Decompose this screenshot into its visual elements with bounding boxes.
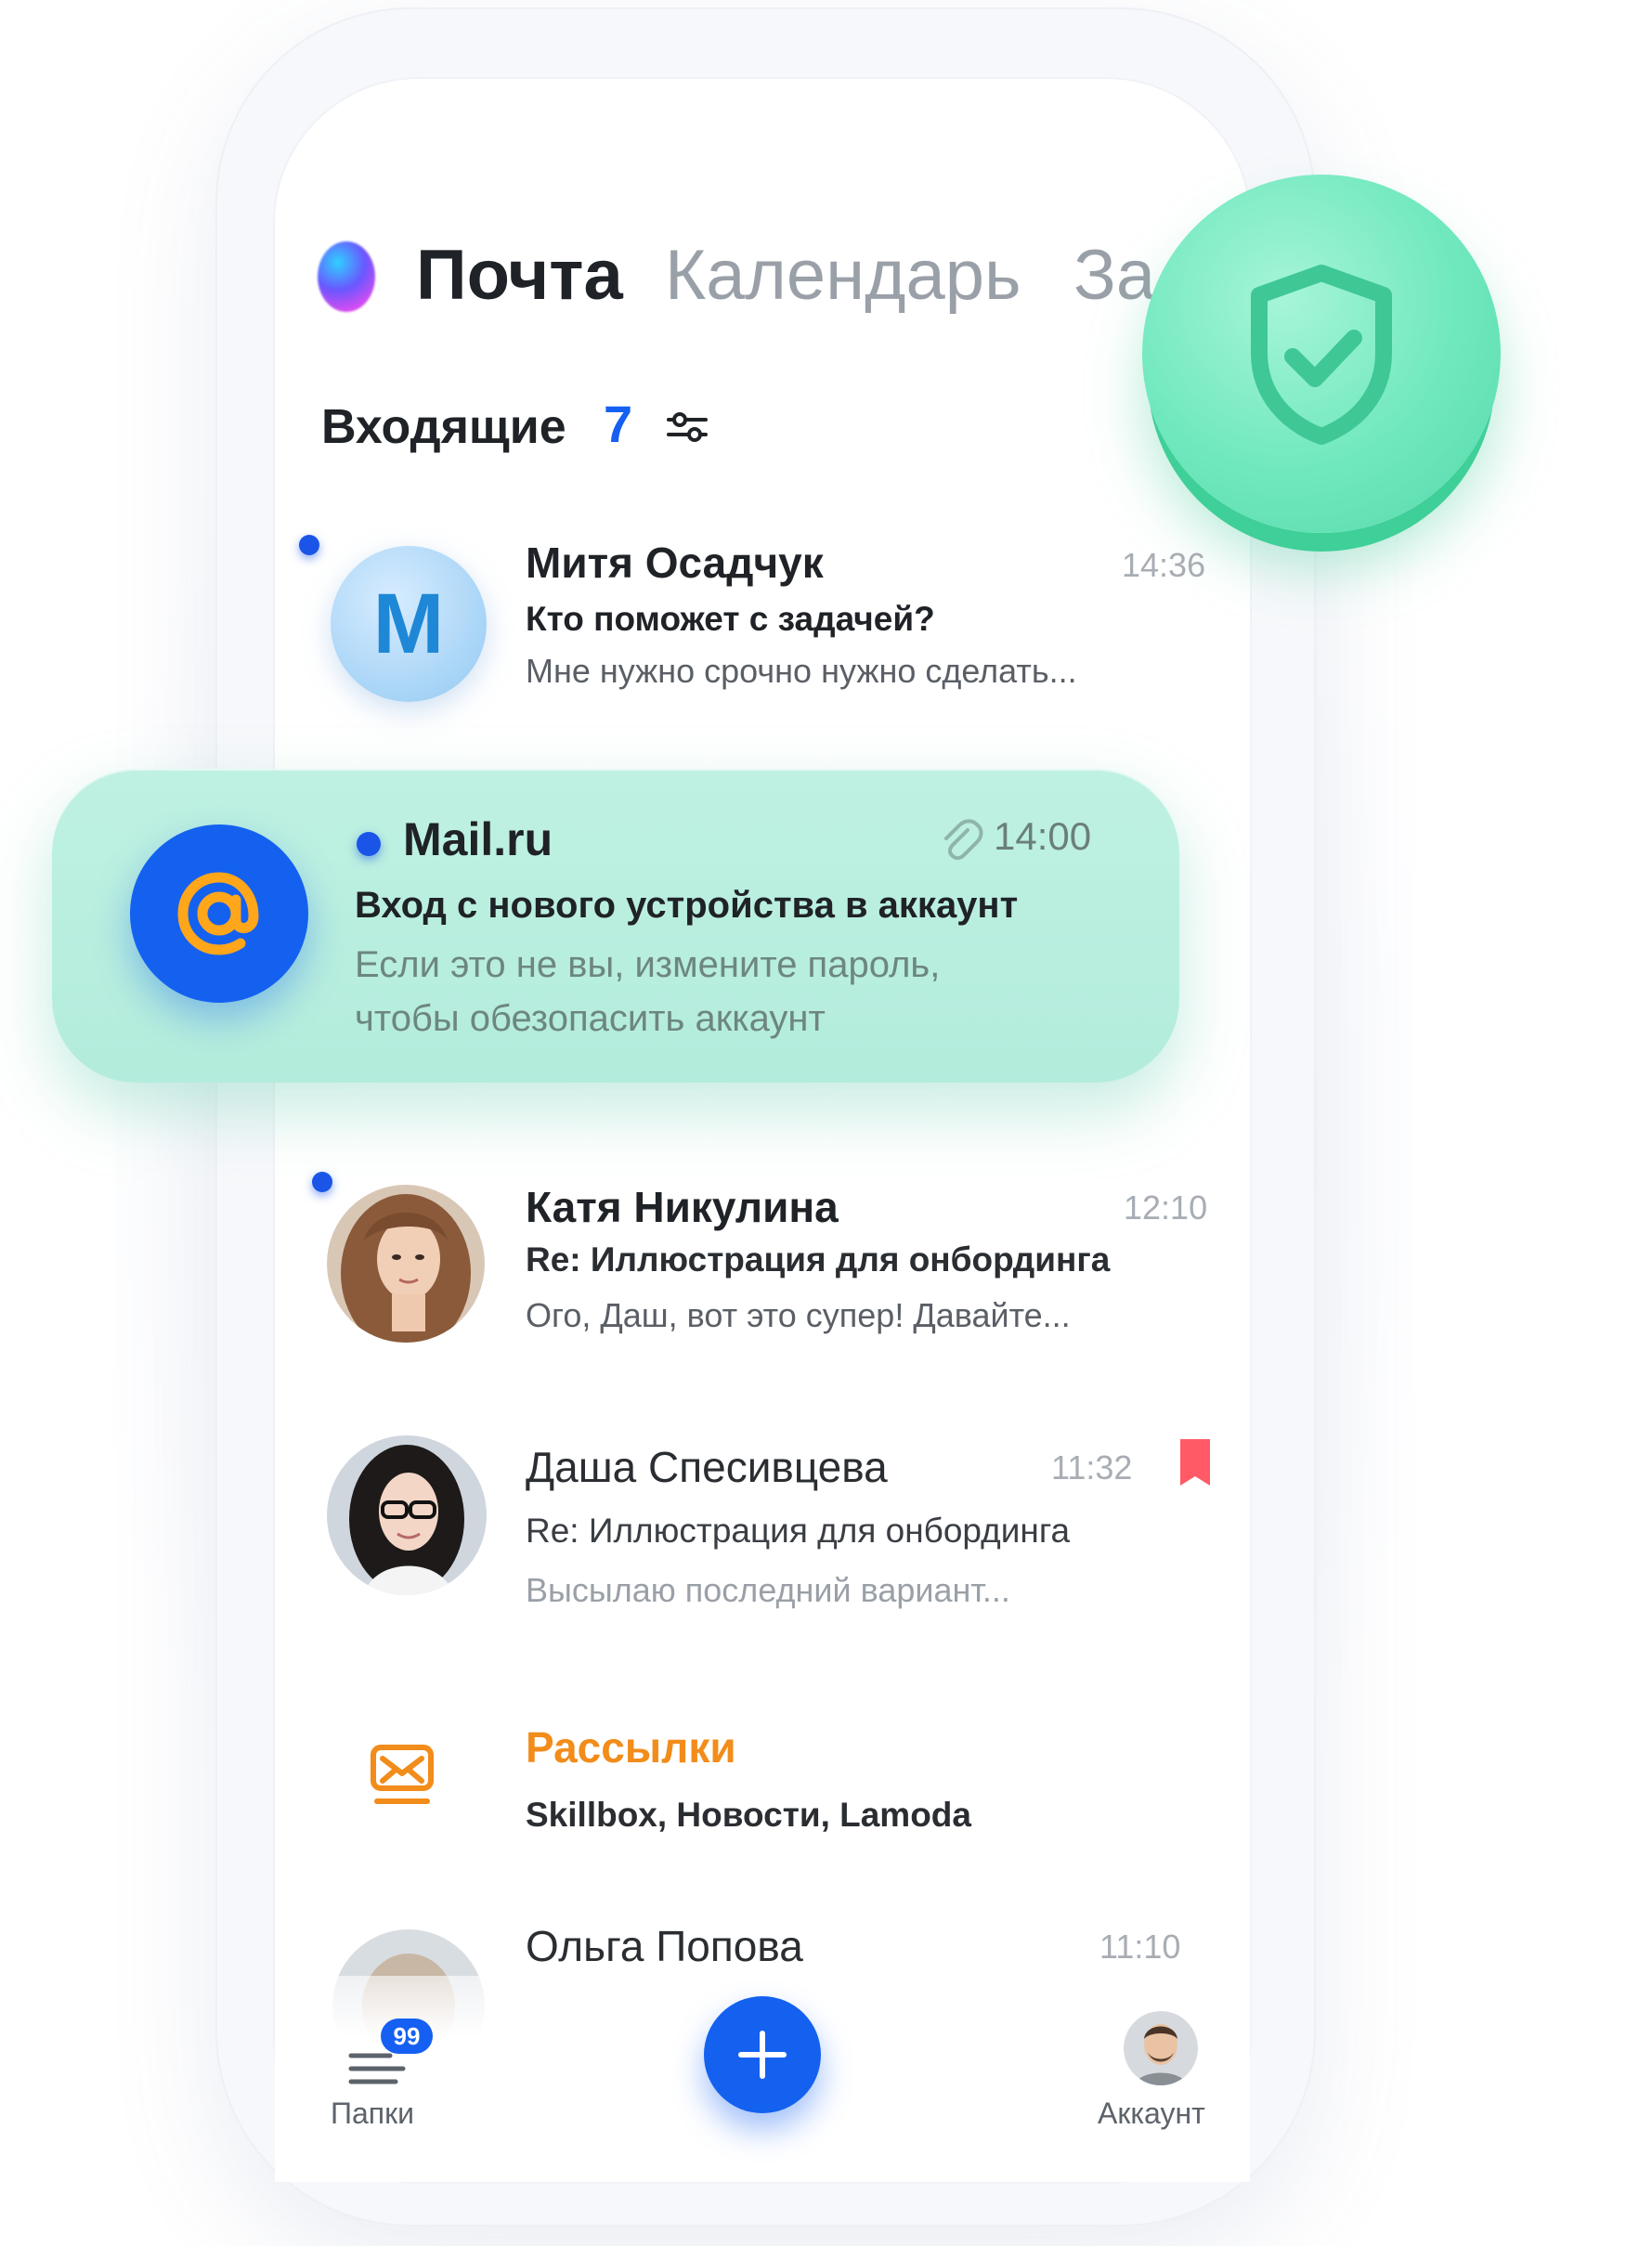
unread-dot (312, 1172, 332, 1192)
message-preview: Высылаю последний вариант... (526, 1571, 1010, 1609)
unread-count: 7 (604, 395, 633, 453)
message-preview: Мне нужно срочно нужно сделать... (526, 652, 1077, 690)
account-avatar (1124, 2011, 1198, 2085)
phone-screen (275, 79, 1250, 2182)
message-time: 11:32 (1051, 1448, 1133, 1487)
folder-title: Входящие (321, 400, 566, 454)
avatar: М (331, 546, 487, 702)
message-subject: Re: Иллюстрация для онбординга (526, 1512, 1071, 1550)
plus-icon (738, 2031, 787, 2079)
shield-check-icon (1251, 265, 1392, 445)
at-sign-icon (177, 872, 259, 955)
message-subject: Вход с нового устройства в аккаунт (355, 885, 1019, 926)
message-sender: Митя Осадчук (526, 539, 824, 587)
tab-mail[interactable]: Почта (416, 234, 623, 318)
unread-dot (357, 832, 381, 856)
message-sender: Ольга Попова (526, 1922, 803, 1970)
tab-tasks[interactable]: За (1073, 234, 1155, 318)
newsletter-title: Рассылки (526, 1723, 736, 1772)
message-sender: Катя Никулина (526, 1183, 839, 1231)
message-sender: Mail.ru (403, 813, 553, 865)
folders-badge: 99 (381, 2019, 433, 2054)
folders-label: Папки (331, 2097, 414, 2130)
message-time: 11:10 (1099, 1928, 1181, 1966)
message-preview: Если это не вы, измените пароль, (355, 944, 941, 985)
message-sender: Даша Спесивцева (526, 1443, 888, 1491)
app-logo-icon (318, 241, 375, 312)
newsletter-senders: Skillbox, Новости, Lamoda (526, 1796, 971, 1834)
unread-dot (299, 535, 319, 555)
message-preview: чтобы обезопасить аккаунт (355, 998, 826, 1039)
mailru-avatar (130, 824, 308, 1003)
account-label: Аккаунт (1098, 2097, 1205, 2130)
message-time: 12:10 (1124, 1188, 1208, 1227)
message-subject: Re: Иллюстрация для онбординга (526, 1240, 1111, 1279)
avatar (327, 1435, 487, 1595)
message-subject: Кто поможет с задачей? (526, 600, 935, 638)
tab-calendar[interactable]: Календарь (665, 234, 1021, 318)
filter-icon[interactable] (665, 409, 709, 446)
bookmark-icon[interactable] (1177, 1435, 1214, 1489)
paperclip-icon (944, 819, 983, 861)
security-badge (1142, 175, 1501, 533)
message-time: 14:36 (1122, 546, 1206, 584)
avatar (327, 1185, 485, 1343)
message-time: 14:00 (994, 814, 1092, 858)
message-preview: Ого, Даш, вот это супер! Давайте... (526, 1296, 1071, 1334)
compose-button[interactable] (704, 1996, 821, 2113)
newsletter-icon (371, 1745, 434, 1804)
